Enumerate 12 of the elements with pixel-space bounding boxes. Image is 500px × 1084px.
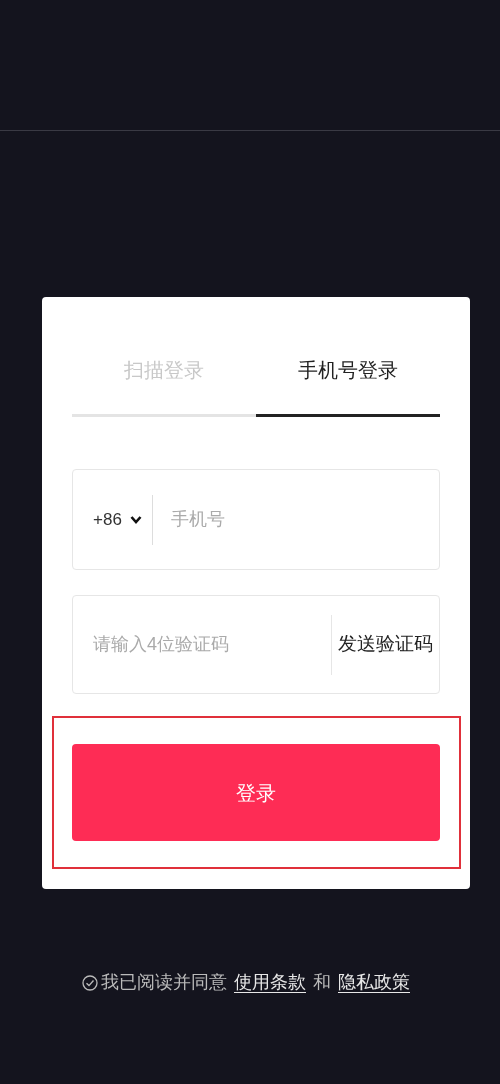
agreement-text: 我已阅读并同意 [101, 971, 227, 994]
privacy-link[interactable]: 隐私政策 [338, 969, 410, 996]
country-code-select[interactable]: +86 [73, 494, 153, 545]
login-button[interactable]: 登录 [72, 744, 440, 841]
login-tab[interactable]: 手机号登录 [256, 343, 440, 417]
chevron-down-icon [129, 515, 142, 524]
send-code-button[interactable]: 发送验证码 [331, 614, 439, 675]
terms-link[interactable]: 使用条款 [234, 969, 306, 996]
phone-field[interactable]: +86 手机号 [72, 469, 440, 570]
agreement-text: 和 [313, 971, 331, 994]
checkbox-icon[interactable] [82, 974, 98, 991]
code-field[interactable]: 请输入4位验证码 发送验证码 [72, 595, 440, 694]
